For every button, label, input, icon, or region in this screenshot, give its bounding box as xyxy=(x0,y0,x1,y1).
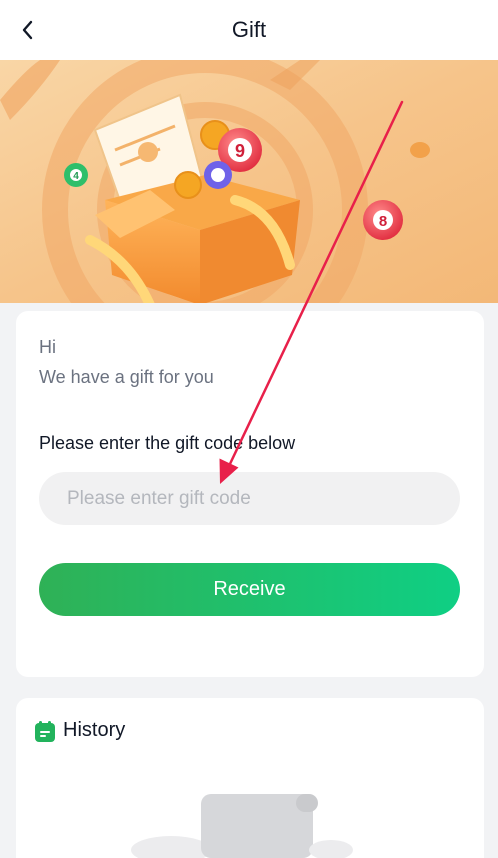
page-title: Gift xyxy=(231,17,267,42)
chevron-left-icon xyxy=(22,20,33,40)
empty-history-illustration xyxy=(131,794,353,858)
svg-text:8: 8 xyxy=(379,213,387,230)
svg-text:9: 9 xyxy=(235,141,245,161)
lottery-ball-4: 4 xyxy=(64,163,88,187)
top-bar: Gift xyxy=(0,0,498,60)
gift-code-input[interactable] xyxy=(39,472,460,525)
gift-code-label: Please enter the gift code below xyxy=(39,433,296,453)
back-button[interactable] xyxy=(14,16,42,44)
gift-code-card: Hi We have a gift for you Please enter t… xyxy=(16,311,484,677)
lottery-ball-8: 8 xyxy=(363,200,403,240)
svg-text:4: 4 xyxy=(73,171,79,182)
receive-button[interactable]: Receive xyxy=(39,563,460,616)
greeting-text: Hi xyxy=(39,337,56,357)
gift-banner: 9 8 4 xyxy=(0,60,498,303)
history-card: History xyxy=(16,698,484,858)
history-title: History xyxy=(63,719,126,741)
gift-subtitle: We have a gift for you xyxy=(39,367,214,387)
calendar-icon xyxy=(35,721,55,742)
lottery-ball-blue xyxy=(204,161,232,189)
